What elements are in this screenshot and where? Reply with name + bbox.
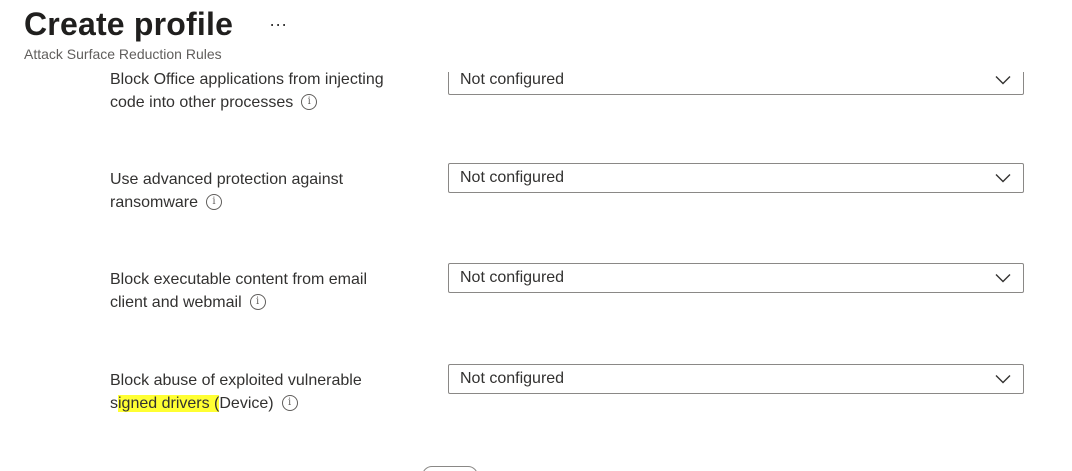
dropdown-value: Not configured: [460, 269, 565, 286]
more-options-button[interactable]: ···: [265, 4, 291, 44]
setting-dropdown-block-email-executable[interactable]: Not configured: [448, 263, 1024, 293]
info-icon[interactable]: i: [249, 293, 266, 310]
dropdown-value: Not configured: [460, 71, 565, 88]
setting-label-line1: Block executable content from email: [110, 271, 368, 288]
setting-label-line1: Use advanced protection against: [110, 171, 344, 188]
setting-label: Use advanced protection against ransomwa…: [110, 168, 430, 214]
setting-label-line2-end: Device): [219, 395, 274, 412]
page-title: Create profile: [24, 6, 234, 42]
info-icon[interactable]: i: [281, 394, 298, 411]
setting-dropdown-block-vulnerable-drivers[interactable]: Not configured: [448, 364, 1024, 394]
title-row: Create profile ···: [24, 4, 291, 44]
setting-label-line1: Block Office applications from injecting: [110, 71, 384, 88]
setting-label: Block abuse of exploited vulnerable sign…: [110, 369, 430, 415]
setting-label-line2: code into other processes: [110, 94, 294, 111]
chevron-down-icon: [995, 174, 1011, 183]
setting-label-line2: ransomware: [110, 194, 199, 211]
chevron-down-icon: [995, 76, 1011, 85]
partial-button[interactable]: [422, 466, 478, 471]
info-icon[interactable]: i: [206, 193, 223, 210]
create-profile-page: Block Office applications from injecting…: [0, 0, 1072, 471]
setting-label-line2: client and webmail: [110, 294, 242, 311]
page-subtitle: Attack Surface Reduction Rules: [24, 46, 222, 62]
setting-dropdown-ransomware-protection[interactable]: Not configured: [448, 163, 1024, 193]
setting-label: Block executable content from email clie…: [110, 268, 430, 314]
page-header: Create profile ··· Attack Surface Reduct…: [24, 0, 1044, 72]
info-icon[interactable]: i: [301, 93, 318, 110]
setting-label: Block Office applications from injecting…: [110, 68, 430, 114]
highlighted-text: igned drivers (: [118, 395, 220, 412]
setting-label-line2-start: s: [110, 395, 118, 412]
dropdown-value: Not configured: [460, 370, 565, 387]
dropdown-value: Not configured: [460, 169, 565, 186]
chevron-down-icon: [995, 274, 1011, 283]
setting-label-line1: Block abuse of exploited vulnerable: [110, 372, 362, 389]
chevron-down-icon: [995, 375, 1011, 384]
